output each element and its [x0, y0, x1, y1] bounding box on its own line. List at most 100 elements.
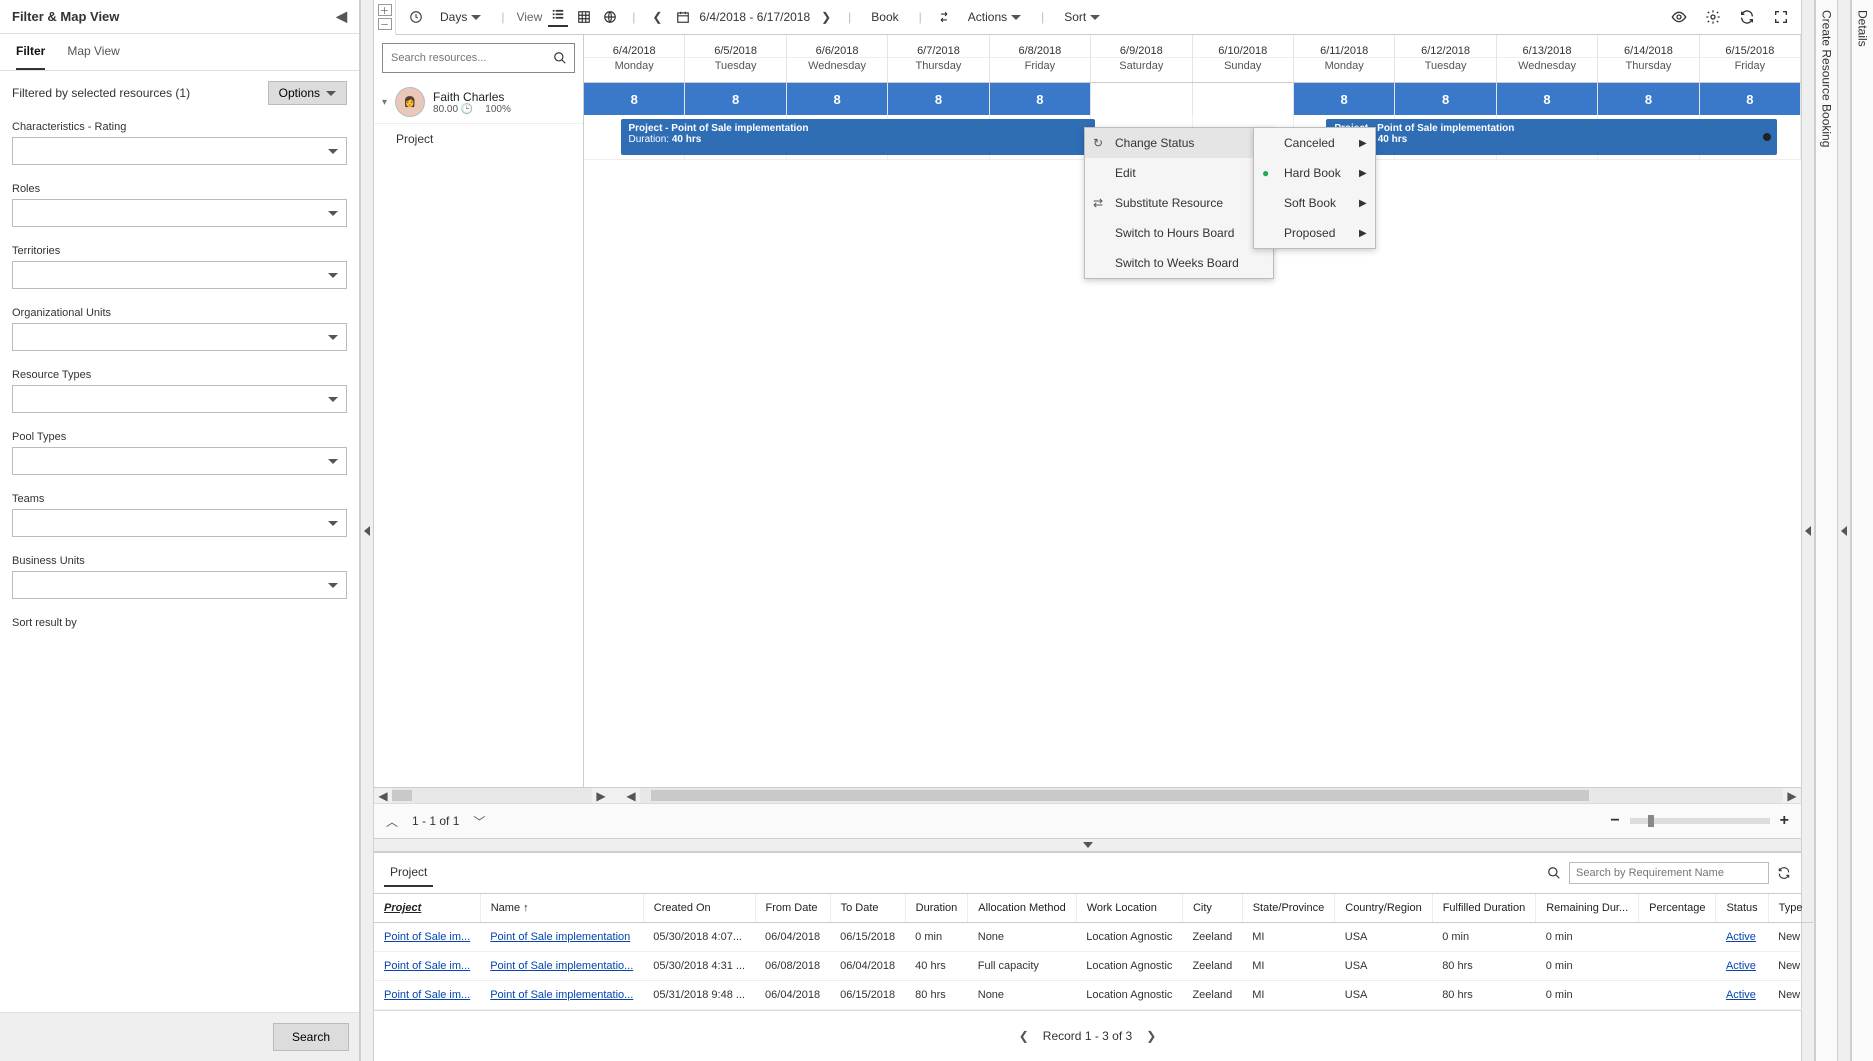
collapse-bottom-strip[interactable] [374, 838, 1801, 852]
booking-bar[interactable]: Project - Point of Sale implementationDu… [1326, 119, 1776, 155]
search-icon[interactable] [553, 51, 567, 65]
filter-select[interactable] [12, 509, 347, 537]
create-booking-rail[interactable]: Create Resource Booking [1815, 0, 1837, 1061]
search-resources-input[interactable] [382, 43, 575, 73]
search-button[interactable]: Search [273, 1023, 349, 1051]
zoom-in-icon[interactable]: + [1780, 812, 1789, 830]
context-item[interactable]: Switch to Hours Board [1085, 218, 1273, 248]
grid-header[interactable]: State/Province [1242, 894, 1335, 923]
grid-header[interactable]: Percentage [1639, 894, 1716, 923]
grid-header[interactable]: Status [1716, 894, 1768, 923]
context-submenu-item[interactable]: ●Hard Book▶ [1254, 158, 1375, 188]
name-link[interactable]: Point of Sale implementatio... [490, 960, 633, 972]
project-link[interactable]: Point of Sale im... [384, 931, 470, 943]
project-group-label: Project [374, 124, 583, 154]
table-row[interactable]: Point of Sale im... Point of Sale impleme… [374, 923, 1813, 952]
table-row[interactable]: Point of Sale im... Point of Sale impleme… [374, 981, 1813, 1010]
calendar-icon[interactable] [673, 7, 693, 27]
details-rail[interactable]: Details [1851, 0, 1873, 1061]
gear-icon[interactable] [1703, 7, 1723, 27]
globe-icon[interactable] [600, 7, 620, 27]
table-row[interactable]: Point of Sale im... Point of Sale impleme… [374, 952, 1813, 981]
search-requirement-input[interactable] [1569, 862, 1769, 884]
sidebar-collapse-icon[interactable]: ◀ [336, 8, 347, 25]
search-icon[interactable] [1547, 866, 1561, 880]
list-view-icon[interactable] [548, 7, 568, 27]
prev-period-icon[interactable]: ❮ [647, 7, 667, 27]
status-link[interactable]: Active [1726, 960, 1756, 972]
pager-up-icon[interactable]: ︿ [386, 813, 398, 830]
context-item[interactable]: Edit [1085, 158, 1273, 188]
hscroll-right[interactable]: ▶ [592, 788, 610, 803]
grid-header[interactable]: Duration [905, 894, 968, 923]
filter-select[interactable] [12, 447, 347, 475]
grid-header[interactable]: To Date [830, 894, 905, 923]
zoom-slider[interactable] [1630, 818, 1770, 824]
context-item[interactable]: ↻Change Status▶ [1085, 128, 1273, 158]
filter-select[interactable] [12, 571, 347, 599]
eye-icon[interactable] [1669, 7, 1689, 27]
grid-view-icon[interactable] [574, 7, 594, 27]
sort-dropdown[interactable]: Sort [1056, 6, 1108, 28]
grid-next-icon[interactable]: ❯ [1146, 1029, 1156, 1043]
name-link[interactable]: Point of Sale implementatio... [490, 989, 633, 1001]
project-link[interactable]: Point of Sale im... [384, 989, 470, 1001]
actions-dropdown[interactable]: Actions [960, 6, 1029, 28]
sidebar-title: Filter & Map View [12, 9, 119, 24]
grid-header[interactable]: Country/Region [1335, 894, 1432, 923]
grid-header[interactable]: Project [374, 894, 480, 923]
context-submenu-item[interactable]: Canceled▶ [1254, 128, 1375, 158]
filter-select[interactable] [12, 323, 347, 351]
date-range[interactable]: 6/4/2018 - 6/17/2018 [699, 10, 810, 24]
filter-sidebar: Filter & Map View ◀ Filter Map View Filt… [0, 0, 360, 1061]
filter-select[interactable] [12, 199, 347, 227]
hscroll-left[interactable]: ◀ [374, 788, 392, 803]
expand-all-icon[interactable]: ＋ [378, 4, 392, 16]
next-period-icon[interactable]: ❯ [816, 7, 836, 27]
calendar-column: 6/10/2018Sunday [1193, 35, 1294, 82]
filter-select[interactable] [12, 385, 347, 413]
tab-project[interactable]: Project [384, 859, 433, 887]
grid-header[interactable]: Fulfilled Duration [1432, 894, 1536, 923]
filter-select[interactable] [12, 137, 347, 165]
calendar-column: 6/9/2018Saturday [1091, 35, 1192, 82]
grid-header[interactable]: Type [1768, 894, 1813, 923]
options-button[interactable]: Options [268, 81, 347, 105]
grid-header[interactable]: Allocation Method [968, 894, 1076, 923]
grid-header[interactable]: Name ↑ [480, 894, 643, 923]
booking-bar[interactable]: Project - Point of Sale implementationDu… [621, 119, 1096, 155]
project-link[interactable]: Point of Sale im... [384, 960, 470, 972]
status-link[interactable]: Active [1726, 989, 1756, 1001]
chevron-down-icon[interactable]: ▾ [382, 97, 387, 108]
fullscreen-icon[interactable] [1771, 7, 1791, 27]
filter-select[interactable] [12, 261, 347, 289]
grid-header[interactable]: From Date [755, 894, 830, 923]
status-link[interactable]: Active [1726, 931, 1756, 943]
name-link[interactable]: Point of Sale implementation [490, 931, 630, 943]
zoom-out-icon[interactable]: − [1610, 812, 1619, 830]
refresh-grid-icon[interactable] [1777, 866, 1791, 880]
avatar: 👩 [395, 87, 425, 117]
sidebar-collapse-strip[interactable] [360, 0, 374, 1061]
days-dropdown[interactable]: Days [432, 6, 489, 28]
collapse-all-icon[interactable]: － [378, 18, 392, 30]
context-item[interactable]: ⇄Substitute Resource▶ [1085, 188, 1273, 218]
right-collapse-strip-2[interactable] [1837, 0, 1851, 1061]
grid-header[interactable]: City [1182, 894, 1242, 923]
context-submenu-item[interactable]: Proposed▶ [1254, 218, 1375, 248]
grid-header[interactable]: Remaining Dur... [1536, 894, 1639, 923]
grid-header[interactable]: Work Location [1076, 894, 1182, 923]
pager-down-icon[interactable]: ﹀ [473, 813, 485, 830]
book-button[interactable]: Book [863, 6, 906, 28]
grid-header[interactable]: Created On [643, 894, 755, 923]
grid-prev-icon[interactable]: ❮ [1019, 1029, 1029, 1043]
context-item[interactable]: Switch to Weeks Board [1085, 248, 1273, 278]
refresh-icon[interactable] [1737, 7, 1757, 27]
clock-icon[interactable] [406, 7, 426, 27]
resource-row[interactable]: ▾ 👩 Faith Charles 80.00 🕒 100% [374, 81, 583, 124]
hscroll-right-2[interactable]: ▶ [1783, 788, 1801, 803]
context-submenu-item[interactable]: Soft Book▶ [1254, 188, 1375, 218]
tab-map-view[interactable]: Map View [67, 34, 119, 70]
hscroll-left-2[interactable]: ◀ [622, 788, 640, 803]
tab-filter[interactable]: Filter [16, 34, 45, 70]
